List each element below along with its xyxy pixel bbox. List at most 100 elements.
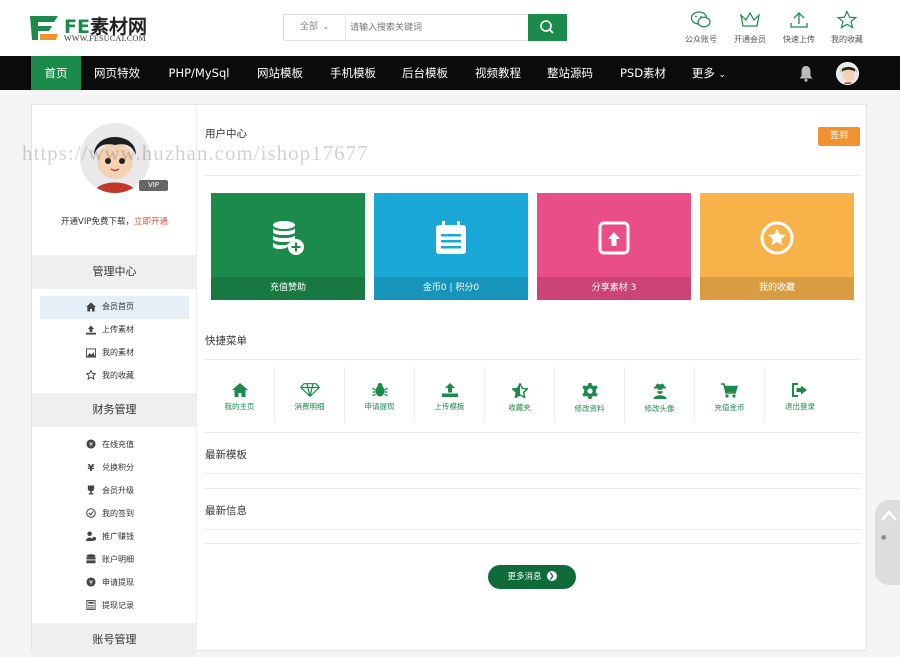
header-link-label: 公众账号 xyxy=(685,35,717,44)
menu-management: 会员首页 上传素材 我的素材 我的收藏 xyxy=(40,296,189,388)
quick-edit-avatar[interactable]: 修改头像 xyxy=(625,367,695,423)
sidebar-item-withdraw[interactable]: ¥ 申请提现 xyxy=(40,572,189,595)
more-messages-button[interactable]: 更多消息 ❯ xyxy=(488,565,576,589)
quick-my-home[interactable]: 我的主页 xyxy=(205,367,275,423)
divider xyxy=(205,432,861,433)
header-link-label: 我的收藏 xyxy=(831,35,863,44)
quick-label: 收藏夹 xyxy=(508,403,531,412)
nav-item-more[interactable]: 更多 ⌄ xyxy=(684,56,734,90)
calculator-icon xyxy=(86,600,96,610)
quick-label: 上传模板 xyxy=(434,402,465,411)
sidebar-item-upload[interactable]: 上传素材 xyxy=(40,319,189,342)
sidebar: VIP 开通VIP免费下载，立即开通 管理中心 会员首页 上传素材 我的素材 我… xyxy=(32,105,197,657)
card-label: 分享素材 3 xyxy=(537,277,691,300)
bug-icon xyxy=(371,383,388,397)
header-link-favorites[interactable]: 我的收藏 xyxy=(823,10,871,45)
search-input[interactable] xyxy=(350,18,520,37)
nav-item-psd[interactable]: PSD素材 xyxy=(610,56,676,90)
section-finance: 财务管理 xyxy=(32,393,197,427)
scroll-to-top-button[interactable]: ● xyxy=(875,500,900,585)
search-scope-select[interactable]: 全部 ⌄ xyxy=(284,15,346,40)
card-recharge[interactable]: 充值赞助 xyxy=(211,193,365,300)
nav-item-home[interactable]: 首页 xyxy=(31,56,81,90)
logo-url: WWW.FESUCAI.COM xyxy=(64,34,146,43)
calendar-icon xyxy=(436,221,466,254)
bell-icon[interactable] xyxy=(798,65,814,82)
card-favorites[interactable]: 我的收藏 xyxy=(700,193,854,300)
search-button[interactable] xyxy=(528,14,567,41)
quick-edit-profile[interactable]: 修改资料 xyxy=(555,367,625,423)
nav-item-site-templates[interactable]: 网站模板 xyxy=(247,56,313,90)
quick-withdraw[interactable]: 申请提现 xyxy=(345,367,415,423)
sidebar-item-promote[interactable]: 推广赚钱 xyxy=(40,526,189,549)
site-header: FE素材网 WWW.FESUCAI.COM 全部⌄ 公众账号 开通会员 快速上传… xyxy=(0,0,900,56)
user-secret-icon xyxy=(653,383,666,399)
nav-item-effects[interactable]: 网页特效 xyxy=(84,56,150,90)
header-link-vip[interactable]: 开通会员 xyxy=(726,10,774,45)
sidebar-item-checkin-log[interactable]: 我的签到 xyxy=(40,503,189,526)
nav-item-php[interactable]: PHP/MySql xyxy=(159,56,239,90)
share-upload-icon xyxy=(598,221,630,255)
check-circle-icon xyxy=(86,508,96,518)
feedback-icon: ● xyxy=(881,534,887,541)
sidebar-item-label: 上传素材 xyxy=(102,325,134,334)
sidebar-item-upgrade[interactable]: 会员升级 xyxy=(40,480,189,503)
divider xyxy=(205,543,861,544)
sidebar-item-favorites[interactable]: 我的收藏 xyxy=(40,365,189,388)
avatar-icon xyxy=(837,63,858,84)
chevron-down-icon: ⌄ xyxy=(322,22,330,32)
chevron-up-icon xyxy=(881,510,897,521)
user-avatar[interactable] xyxy=(836,62,859,85)
search-icon xyxy=(540,20,554,34)
nav-item-mobile-templates[interactable]: 手机模板 xyxy=(320,56,386,90)
upload-icon xyxy=(441,383,458,397)
sidebar-item-label: 在线充值 xyxy=(102,440,134,449)
sidebar-item-label: 我的签到 xyxy=(102,509,134,518)
signout-icon xyxy=(792,383,807,397)
database-icon xyxy=(86,554,96,564)
card-balance[interactable]: 金币0 | 积分0 xyxy=(374,193,528,300)
header-link-upload[interactable]: 快速上传 xyxy=(775,10,823,45)
sidebar-item-account-details[interactable]: 账户明细 xyxy=(40,549,189,572)
quick-upload-template[interactable]: 上传模板 xyxy=(415,367,485,423)
quick-spending[interactable]: 消费明细 xyxy=(275,367,345,423)
site-logo[interactable]: FE素材网 WWW.FESUCAI.COM xyxy=(30,12,175,44)
yen-circle-icon: ¥ xyxy=(86,439,96,449)
latest-templates-title: 最新模板 xyxy=(205,449,247,461)
nav-item-source[interactable]: 整站源码 xyxy=(537,56,603,90)
svg-text:¥: ¥ xyxy=(89,580,93,587)
profile-card: VIP 开通VIP免费下载，立即开通 xyxy=(32,105,197,255)
sidebar-item-my-materials[interactable]: 我的素材 xyxy=(40,342,189,365)
quick-label: 修改头像 xyxy=(644,404,675,413)
quick-favorites[interactable]: 收藏夹 xyxy=(485,367,555,423)
checkin-button[interactable]: 签到 xyxy=(818,127,860,146)
card-shared[interactable]: 分享素材 3 xyxy=(537,193,691,300)
wechat-icon xyxy=(690,11,711,28)
card-label: 我的收藏 xyxy=(700,277,854,300)
latest-info-title: 最新信息 xyxy=(205,505,247,517)
vip-open-link[interactable]: 立即开通 xyxy=(134,217,168,227)
sidebar-item-label: 提现记录 xyxy=(102,601,134,610)
divider xyxy=(205,175,861,176)
header-link-wechat[interactable]: 公众账号 xyxy=(677,10,725,45)
menu-finance: ¥ 在线充值 ¥ 兑换积分 会员升级 我的签到 推广赚钱 账户明细 ¥ 申请提现… xyxy=(40,434,189,618)
quick-buy-coins[interactable]: 充值金币 xyxy=(695,367,765,423)
nav-item-admin-templates[interactable]: 后台模板 xyxy=(392,56,458,90)
nav-item-videos[interactable]: 视频教程 xyxy=(465,56,531,90)
star-icon xyxy=(836,10,858,29)
sidebar-item-withdraw-records[interactable]: 提现记录 xyxy=(40,595,189,618)
sidebar-item-recharge[interactable]: ¥ 在线充值 xyxy=(40,434,189,457)
quick-logout[interactable]: 退出登录 xyxy=(765,367,835,423)
star-half-icon xyxy=(511,383,528,398)
upload-icon xyxy=(86,325,96,335)
star-icon xyxy=(86,370,96,380)
sidebar-item-exchange-points[interactable]: ¥ 兑换积分 xyxy=(40,457,189,480)
main-nav: 首页 网页特效 PHP/MySql 网站模板 手机模板 后台模板 视频教程 整站… xyxy=(0,56,900,90)
sidebar-item-member-home[interactable]: 会员首页 xyxy=(40,296,189,319)
divider xyxy=(205,473,861,474)
header-link-label: 开通会员 xyxy=(734,35,766,44)
search-bar: 全部 ⌄ xyxy=(283,14,567,41)
vip-promo: 开通VIP免费下载，立即开通 xyxy=(61,217,168,227)
header-link-label: 快速上传 xyxy=(783,35,815,44)
watermark-text: https://www.huzhan.com/ishop17677 xyxy=(22,141,369,165)
